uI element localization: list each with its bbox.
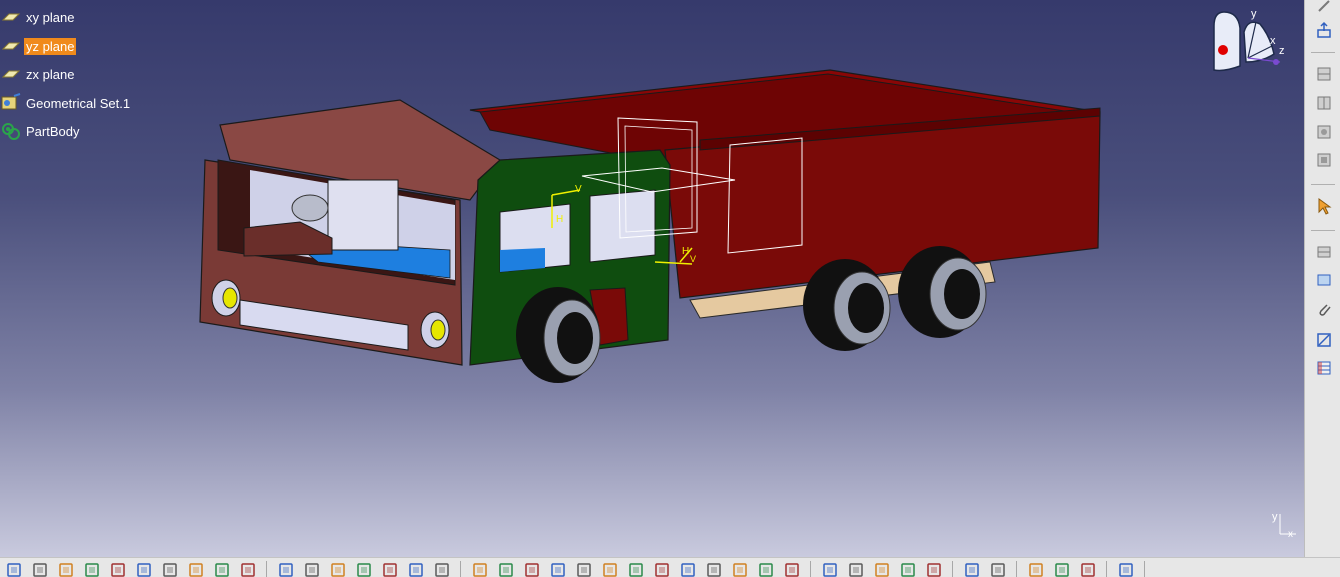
print-icon[interactable] <box>82 561 102 577</box>
knowledge-icon[interactable] <box>302 561 322 577</box>
svg-text:H: H <box>556 214 563 225</box>
list-icon[interactable] <box>846 561 866 577</box>
pin-icon[interactable] <box>328 561 348 577</box>
grid2-icon[interactable] <box>898 561 918 577</box>
stack-icon-2[interactable] <box>1312 91 1336 115</box>
stack-icon-4[interactable] <box>1312 148 1336 172</box>
svg-text:x: x <box>1270 35 1276 47</box>
hide-show-icon[interactable] <box>730 561 750 577</box>
compass-widget[interactable]: y x z <box>1204 6 1296 78</box>
tree-item-label: xy plane <box>26 9 75 25</box>
tree-item-partbody[interactable]: PartBody <box>0 120 81 142</box>
zoom-out-icon[interactable] <box>600 561 620 577</box>
measure-icon[interactable] <box>1312 328 1336 352</box>
shading-icon[interactable] <box>704 561 724 577</box>
compass-origin-icon <box>1218 45 1228 55</box>
axis-icon[interactable] <box>820 561 840 577</box>
plane-icon <box>0 63 22 85</box>
iso-view-icon[interactable] <box>678 561 698 577</box>
right-toolbar <box>1304 0 1340 557</box>
folder-icon[interactable] <box>30 561 50 577</box>
formula-icon[interactable] <box>276 561 296 577</box>
stack-icon-3[interactable] <box>1312 120 1336 144</box>
swap-icon[interactable] <box>756 561 776 577</box>
tree-item-geometrical-set[interactable]: Geometrical Set.1 <box>0 92 132 114</box>
cab-seat <box>327 179 399 251</box>
layer-icon[interactable] <box>1052 561 1072 577</box>
tree-icon[interactable] <box>380 561 400 577</box>
table-icon[interactable] <box>354 561 374 577</box>
axis-triad-icon: y x <box>1272 511 1296 540</box>
render-icon[interactable] <box>782 561 802 577</box>
paperclip-icon[interactable] <box>1312 298 1336 322</box>
plane-icon <box>0 6 22 28</box>
view-cube-icon[interactable] <box>652 561 672 577</box>
user-icon[interactable] <box>406 561 426 577</box>
tree-item-label: zx plane <box>26 66 75 82</box>
truck-model[interactable]: V H H V <box>0 0 1304 557</box>
3d-viewport[interactable]: V H H V xy plane yz plane zx plane Geome… <box>0 0 1304 557</box>
svg-text:y: y <box>1251 8 1257 20</box>
svg-text:H: H <box>682 246 689 257</box>
help-icon[interactable] <box>238 561 258 577</box>
table-icon[interactable] <box>1312 356 1336 380</box>
zoom-in-icon[interactable] <box>574 561 594 577</box>
headlight-left-bulb <box>222 287 238 309</box>
chart-icon[interactable] <box>1026 561 1046 577</box>
cut-icon[interactable] <box>108 561 128 577</box>
layer2-icon[interactable] <box>1078 561 1098 577</box>
svg-text:x: x <box>1288 529 1293 540</box>
front-wheel <box>516 287 601 383</box>
fit-all-icon[interactable] <box>496 561 516 577</box>
copy-icon[interactable] <box>134 561 154 577</box>
plane-icon <box>0 35 22 57</box>
steering-wheel <box>291 194 329 222</box>
svg-text:V: V <box>690 254 696 264</box>
paste-icon[interactable] <box>160 561 180 577</box>
geometrical-set-icon <box>0 92 22 114</box>
tree-item-yz-plane[interactable]: yz plane <box>0 35 77 57</box>
open-icon[interactable] <box>4 561 24 577</box>
assembly-icon-2[interactable] <box>1312 268 1336 292</box>
arrows-icon[interactable] <box>962 561 982 577</box>
undo-icon[interactable] <box>186 561 206 577</box>
save-icon[interactable] <box>56 561 76 577</box>
svg-text:y: y <box>1272 511 1278 523</box>
svg-text:V: V <box>575 184 582 195</box>
select-arrow-icon[interactable] <box>1312 194 1336 218</box>
assembly-icon-1[interactable] <box>1312 240 1336 264</box>
side-window-2 <box>589 189 656 263</box>
partbody-icon <box>0 120 22 142</box>
tree-item-xy-plane[interactable]: xy plane <box>0 6 76 28</box>
headlight-right-bulb <box>430 319 446 341</box>
stack-icon-1[interactable] <box>1312 62 1336 86</box>
pin-icon[interactable] <box>1312 0 1336 18</box>
tree-item-label: Geometrical Set.1 <box>26 95 131 111</box>
side-window-floor <box>500 248 545 272</box>
sketch-icon[interactable] <box>432 561 452 577</box>
fly-icon[interactable] <box>470 561 490 577</box>
tree-item-zx-plane[interactable]: zx plane <box>0 63 76 85</box>
grid-icon[interactable] <box>872 561 892 577</box>
svg-text:z: z <box>1279 45 1285 57</box>
tree-item-label: PartBody <box>26 123 80 139</box>
bottom-toolbar <box>0 557 1340 577</box>
redo-icon[interactable] <box>212 561 232 577</box>
pan-icon[interactable] <box>522 561 542 577</box>
tree-item-label: yz plane <box>24 37 77 55</box>
normal-view-icon[interactable] <box>626 561 646 577</box>
part-icon[interactable] <box>988 561 1008 577</box>
export-icon[interactable] <box>1312 18 1336 42</box>
rotate-icon[interactable] <box>548 561 568 577</box>
grid3-icon[interactable] <box>924 561 944 577</box>
catia-logo-icon[interactable] <box>1116 561 1136 577</box>
